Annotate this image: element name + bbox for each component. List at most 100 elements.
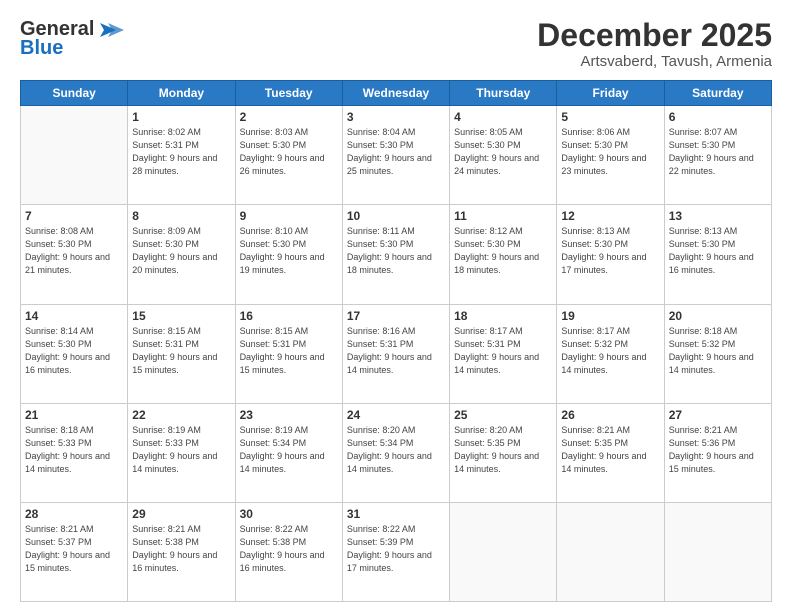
logo: General Blue [20, 18, 124, 60]
day-info: Sunrise: 8:02 AMSunset: 5:31 PMDaylight:… [132, 126, 230, 178]
day-info: Sunrise: 8:18 AMSunset: 5:33 PMDaylight:… [25, 424, 123, 476]
title-block: December 2025 Artsvaberd, Tavush, Armeni… [537, 18, 772, 70]
day-number: 28 [25, 507, 123, 521]
day-number: 13 [669, 209, 767, 223]
day-info: Sunrise: 8:13 AMSunset: 5:30 PMDaylight:… [561, 225, 659, 277]
day-info: Sunrise: 8:17 AMSunset: 5:32 PMDaylight:… [561, 325, 659, 377]
day-number: 12 [561, 209, 659, 223]
day-number: 21 [25, 408, 123, 422]
page: General Blue December 2025 Artsvaberd, T… [0, 0, 792, 612]
day-number: 31 [347, 507, 445, 521]
calendar-cell: 2 Sunrise: 8:03 AMSunset: 5:30 PMDaylight… [235, 106, 342, 205]
calendar-cell: 8 Sunrise: 8:09 AMSunset: 5:30 PMDaylight… [128, 205, 235, 304]
day-info: Sunrise: 8:15 AMSunset: 5:31 PMDaylight:… [240, 325, 338, 377]
col-header-friday: Friday [557, 81, 664, 106]
logo-arrow-icon [96, 19, 124, 41]
calendar-cell: 15 Sunrise: 8:15 AMSunset: 5:31 PMDayligh… [128, 304, 235, 403]
calendar-cell: 6 Sunrise: 8:07 AMSunset: 5:30 PMDaylight… [664, 106, 771, 205]
day-info: Sunrise: 8:10 AMSunset: 5:30 PMDaylight:… [240, 225, 338, 277]
calendar-cell: 5Sunrise: 8:06 AMSunset: 5:30 PMDaylight… [557, 106, 664, 205]
day-info: Sunrise: 8:06 AMSunset: 5:30 PMDaylight:… [561, 126, 659, 178]
calendar-cell: 14 Sunrise: 8:14 AMSunset: 5:30 PMDayligh… [21, 304, 128, 403]
calendar-cell: 25Sunrise: 8:20 AMSunset: 5:35 PMDayligh… [450, 403, 557, 502]
day-number: 30 [240, 507, 338, 521]
calendar-cell: 4Sunrise: 8:05 AMSunset: 5:30 PMDaylight… [450, 106, 557, 205]
calendar-cell [557, 502, 664, 601]
day-number: 1 [132, 110, 230, 124]
day-number: 23 [240, 408, 338, 422]
day-info: Sunrise: 8:05 AMSunset: 5:30 PMDaylight:… [454, 126, 552, 178]
day-number: 18 [454, 309, 552, 323]
day-number: 25 [454, 408, 552, 422]
calendar-cell: 31 Sunrise: 8:22 AMSunset: 5:39 PMDayligh… [342, 502, 449, 601]
calendar-cell: 13Sunrise: 8:13 AMSunset: 5:30 PMDayligh… [664, 205, 771, 304]
day-info: Sunrise: 8:07 AMSunset: 5:30 PMDaylight:… [669, 126, 767, 178]
col-header-saturday: Saturday [664, 81, 771, 106]
calendar-cell: 3 Sunrise: 8:04 AMSunset: 5:30 PMDaylight… [342, 106, 449, 205]
day-info: Sunrise: 8:08 AMSunset: 5:30 PMDaylight:… [25, 225, 123, 277]
calendar-cell [450, 502, 557, 601]
day-info: Sunrise: 8:04 AMSunset: 5:30 PMDaylight:… [347, 126, 445, 178]
day-number: 24 [347, 408, 445, 422]
day-number: 9 [240, 209, 338, 223]
calendar-cell: 7 Sunrise: 8:08 AMSunset: 5:30 PMDaylight… [21, 205, 128, 304]
calendar-cell: 29 Sunrise: 8:21 AMSunset: 5:38 PMDayligh… [128, 502, 235, 601]
day-info: Sunrise: 8:16 AMSunset: 5:31 PMDaylight:… [347, 325, 445, 377]
calendar-cell: 12 Sunrise: 8:13 AMSunset: 5:30 PMDayligh… [557, 205, 664, 304]
calendar-cell: 11Sunrise: 8:12 AMSunset: 5:30 PMDayligh… [450, 205, 557, 304]
day-info: Sunrise: 8:19 AMSunset: 5:33 PMDaylight:… [132, 424, 230, 476]
col-header-monday: Monday [128, 81, 235, 106]
day-number: 15 [132, 309, 230, 323]
day-number: 14 [25, 309, 123, 323]
day-info: Sunrise: 8:21 AMSunset: 5:35 PMDaylight:… [561, 424, 659, 476]
calendar-cell: 24 Sunrise: 8:20 AMSunset: 5:34 PMDayligh… [342, 403, 449, 502]
day-info: Sunrise: 8:21 AMSunset: 5:38 PMDaylight:… [132, 523, 230, 575]
calendar-cell: 16 Sunrise: 8:15 AMSunset: 5:31 PMDayligh… [235, 304, 342, 403]
day-info: Sunrise: 8:03 AMSunset: 5:30 PMDaylight:… [240, 126, 338, 178]
logo-blue: Blue [20, 37, 63, 60]
calendar-cell [664, 502, 771, 601]
calendar-cell: 28 Sunrise: 8:21 AMSunset: 5:37 PMDayligh… [21, 502, 128, 601]
calendar-cell: 17 Sunrise: 8:16 AMSunset: 5:31 PMDayligh… [342, 304, 449, 403]
day-info: Sunrise: 8:18 AMSunset: 5:32 PMDaylight:… [669, 325, 767, 377]
day-number: 22 [132, 408, 230, 422]
day-info: Sunrise: 8:21 AMSunset: 5:37 PMDaylight:… [25, 523, 123, 575]
calendar-cell: 19 Sunrise: 8:17 AMSunset: 5:32 PMDayligh… [557, 304, 664, 403]
col-header-tuesday: Tuesday [235, 81, 342, 106]
day-number: 29 [132, 507, 230, 521]
day-info: Sunrise: 8:22 AMSunset: 5:38 PMDaylight:… [240, 523, 338, 575]
day-number: 2 [240, 110, 338, 124]
calendar-table: SundayMondayTuesdayWednesdayThursdayFrid… [20, 80, 772, 602]
calendar-cell: 9 Sunrise: 8:10 AMSunset: 5:30 PMDaylight… [235, 205, 342, 304]
location: Artsvaberd, Tavush, Armenia [537, 53, 772, 70]
day-number: 26 [561, 408, 659, 422]
day-info: Sunrise: 8:21 AMSunset: 5:36 PMDaylight:… [669, 424, 767, 476]
calendar-cell: 23 Sunrise: 8:19 AMSunset: 5:34 PMDayligh… [235, 403, 342, 502]
calendar-cell: 22 Sunrise: 8:19 AMSunset: 5:33 PMDayligh… [128, 403, 235, 502]
day-number: 7 [25, 209, 123, 223]
col-header-thursday: Thursday [450, 81, 557, 106]
month-title: December 2025 [537, 18, 772, 53]
day-info: Sunrise: 8:19 AMSunset: 5:34 PMDaylight:… [240, 424, 338, 476]
header: General Blue December 2025 Artsvaberd, T… [20, 18, 772, 70]
day-info: Sunrise: 8:14 AMSunset: 5:30 PMDaylight:… [25, 325, 123, 377]
calendar-cell: 18 Sunrise: 8:17 AMSunset: 5:31 PMDayligh… [450, 304, 557, 403]
day-info: Sunrise: 8:22 AMSunset: 5:39 PMDaylight:… [347, 523, 445, 575]
col-header-wednesday: Wednesday [342, 81, 449, 106]
calendar-cell: 10Sunrise: 8:11 AMSunset: 5:30 PMDayligh… [342, 205, 449, 304]
day-number: 3 [347, 110, 445, 124]
day-number: 19 [561, 309, 659, 323]
day-info: Sunrise: 8:15 AMSunset: 5:31 PMDaylight:… [132, 325, 230, 377]
day-number: 6 [669, 110, 767, 124]
day-info: Sunrise: 8:20 AMSunset: 5:34 PMDaylight:… [347, 424, 445, 476]
day-number: 16 [240, 309, 338, 323]
day-info: Sunrise: 8:12 AMSunset: 5:30 PMDaylight:… [454, 225, 552, 277]
calendar-cell: 1 Sunrise: 8:02 AMSunset: 5:31 PMDaylight… [128, 106, 235, 205]
day-info: Sunrise: 8:17 AMSunset: 5:31 PMDaylight:… [454, 325, 552, 377]
day-number: 27 [669, 408, 767, 422]
day-info: Sunrise: 8:09 AMSunset: 5:30 PMDaylight:… [132, 225, 230, 277]
day-number: 17 [347, 309, 445, 323]
calendar-cell: 21 Sunrise: 8:18 AMSunset: 5:33 PMDayligh… [21, 403, 128, 502]
calendar-cell: 27 Sunrise: 8:21 AMSunset: 5:36 PMDayligh… [664, 403, 771, 502]
day-number: 8 [132, 209, 230, 223]
